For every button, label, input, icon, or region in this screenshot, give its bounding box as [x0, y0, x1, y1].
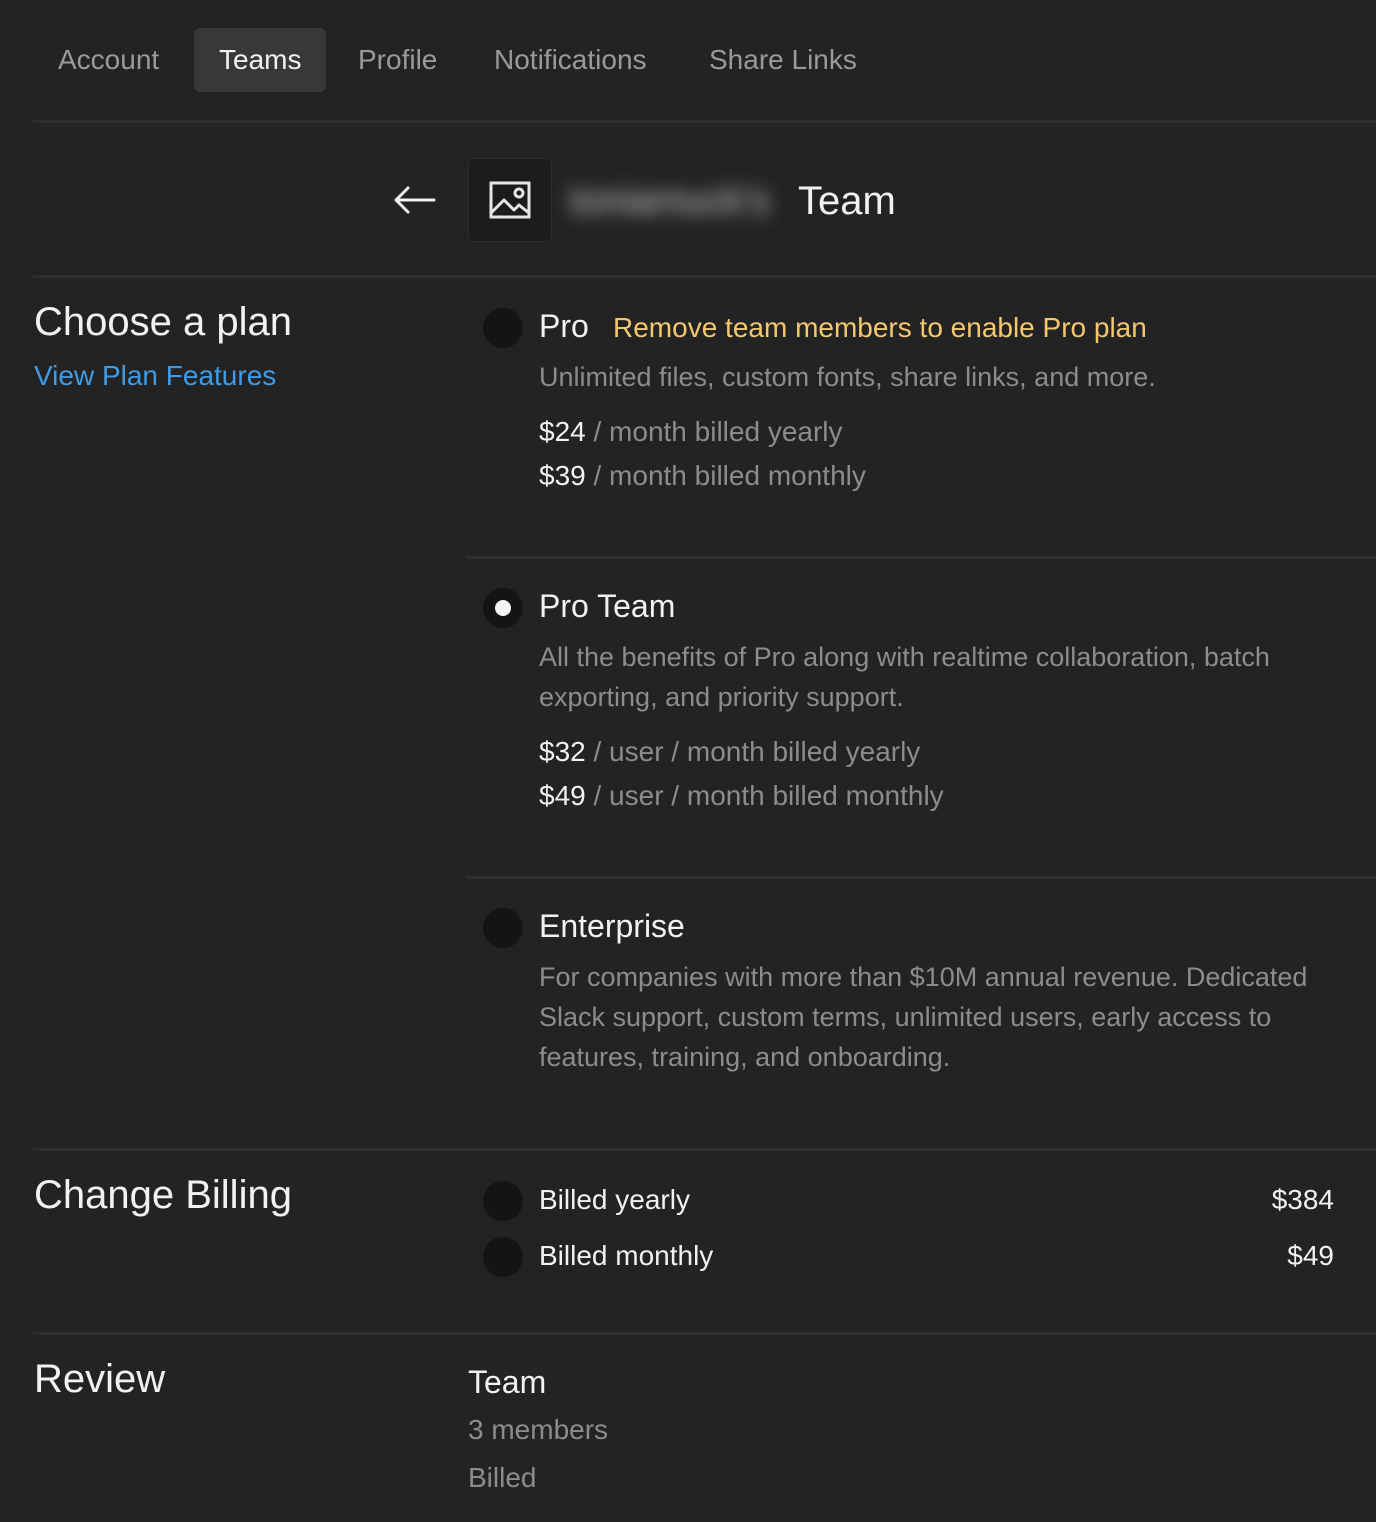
plan-radio-pro-team[interactable]: [483, 588, 523, 628]
change-billing-title: Change Billing: [34, 1173, 292, 1217]
pro-plan-warning: Remove team members to enable Pro plan: [613, 312, 1147, 343]
divider: [33, 1148, 1376, 1151]
plan-name-enterprise: Enterprise: [539, 908, 685, 944]
plan-description-enterprise: For companies with more than $10M annual…: [539, 962, 1308, 1072]
divider: [33, 120, 1376, 123]
plan-name-pro: Pro: [539, 308, 589, 344]
image-placeholder-icon: [489, 181, 531, 219]
tab-account[interactable]: Account: [33, 28, 184, 92]
view-plan-features-link[interactable]: View Plan Features: [34, 360, 276, 392]
choose-plan-title: Choose a plan: [34, 300, 292, 344]
price-pro-monthly: $39 / month billed monthly: [539, 460, 866, 491]
review-title: Review: [34, 1357, 166, 1401]
team-owner-name-redacted: toniamuck's: [570, 180, 770, 222]
tab-share-links[interactable]: Share Links: [684, 28, 882, 92]
billing-radio-yearly[interactable]: [483, 1181, 523, 1221]
tab-teams[interactable]: Teams: [194, 28, 326, 92]
billing-amount-monthly: $49: [1287, 1240, 1334, 1271]
divider: [33, 1332, 1376, 1335]
plan-radio-pro[interactable]: [483, 308, 523, 348]
divider: [466, 556, 1376, 559]
plan-radio-enterprise[interactable]: [483, 908, 523, 948]
billing-label-yearly: Billed yearly: [539, 1184, 690, 1215]
review-billed: Billed: [468, 1462, 537, 1493]
price-pro-team-monthly: $49 / user / month billed monthly: [539, 780, 944, 811]
billing-amount-yearly: $384: [1271, 1184, 1334, 1215]
billing-radio-monthly[interactable]: [483, 1237, 523, 1277]
price-pro-team-yearly: $32 / user / month billed yearly: [539, 736, 921, 767]
divider: [466, 876, 1376, 879]
tab-notifications[interactable]: Notifications: [469, 28, 672, 92]
team-title: Team: [798, 179, 896, 223]
divider: [33, 275, 1376, 278]
billing-label-monthly: Billed monthly: [539, 1240, 714, 1271]
team-avatar[interactable]: [468, 158, 552, 242]
review-team-heading: Team: [468, 1364, 547, 1400]
tab-profile[interactable]: Profile: [333, 28, 462, 92]
review-members: 3 members: [468, 1414, 609, 1445]
price-pro-yearly: $24 / month billed yearly: [539, 416, 843, 447]
plan-description-pro-team: All the benefits of Pro along with realt…: [539, 642, 1270, 712]
plan-description-pro: Unlimited files, custom fonts, share lin…: [539, 362, 1156, 392]
plan-name-pro-team: Pro Team: [539, 588, 676, 624]
back-arrow-icon[interactable]: [390, 180, 438, 220]
